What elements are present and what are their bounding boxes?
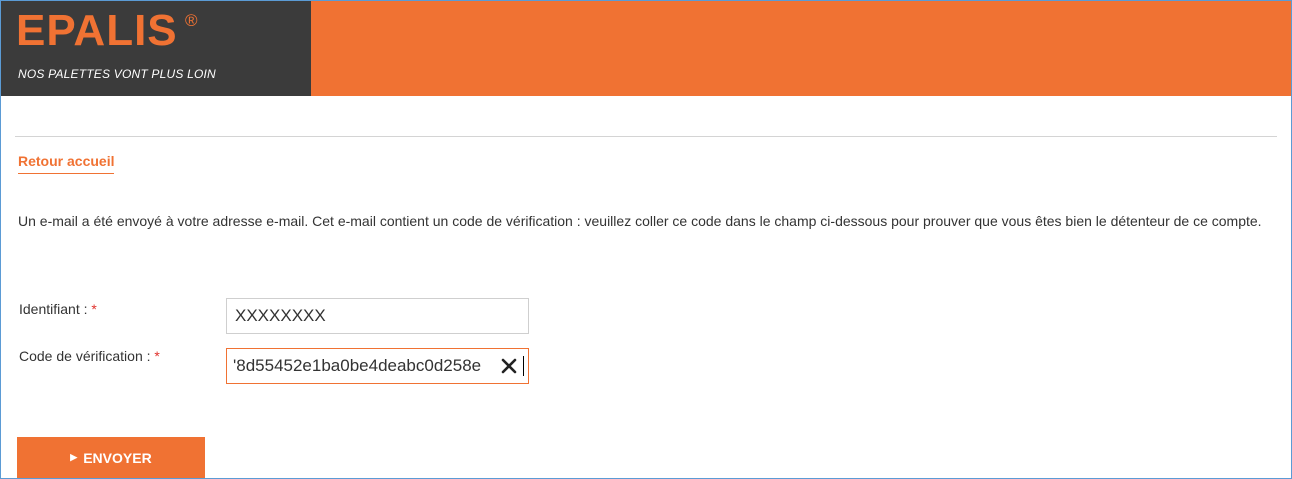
back-home-link[interactable]: Retour accueil xyxy=(18,153,115,174)
logo[interactable]: EPALIS ® NOS PALETTES VONT PLUS LOIN xyxy=(1,1,311,96)
username-label-text: Identifiant : xyxy=(19,301,88,317)
registered-mark: ® xyxy=(185,11,198,30)
verification-code-text: '8d55452e1ba0be4deabc0d258e xyxy=(233,356,482,375)
divider xyxy=(15,136,1277,137)
verification-code-input[interactable]: '8d55452e1ba0be4deabc0d258e xyxy=(226,348,529,384)
username-value: XXXXXXXX xyxy=(235,306,326,325)
required-mark: * xyxy=(91,301,97,317)
verification-code-value: '8d55452e1ba0be4deabc0d258e xyxy=(233,356,494,376)
close-icon-glyph xyxy=(501,358,517,374)
logo-wordmark: EPALIS xyxy=(16,6,178,55)
username-input[interactable]: XXXXXXXX xyxy=(226,298,529,334)
verification-message: Un e-mail a été envoyé à votre adresse e… xyxy=(18,213,1262,229)
verification-code-label: Code de vérification : * xyxy=(19,348,160,364)
page-frame: EPALIS ® NOS PALETTES VONT PLUS LOIN Ret… xyxy=(0,0,1292,479)
text-caret xyxy=(523,356,524,376)
verification-code-label-text: Code de vérification : xyxy=(19,348,151,364)
site-header: EPALIS ® NOS PALETTES VONT PLUS LOIN xyxy=(1,1,1291,96)
caret-right-icon: ▶ xyxy=(70,452,78,462)
submit-button-label: ENVOYER xyxy=(83,449,152,466)
required-mark: * xyxy=(154,348,160,364)
close-icon[interactable] xyxy=(500,357,518,375)
username-label: Identifiant : * xyxy=(19,301,97,317)
logo-tagline: NOS PALETTES VONT PLUS LOIN xyxy=(18,67,216,81)
submit-button[interactable]: ▶ ENVOYER xyxy=(17,437,205,478)
